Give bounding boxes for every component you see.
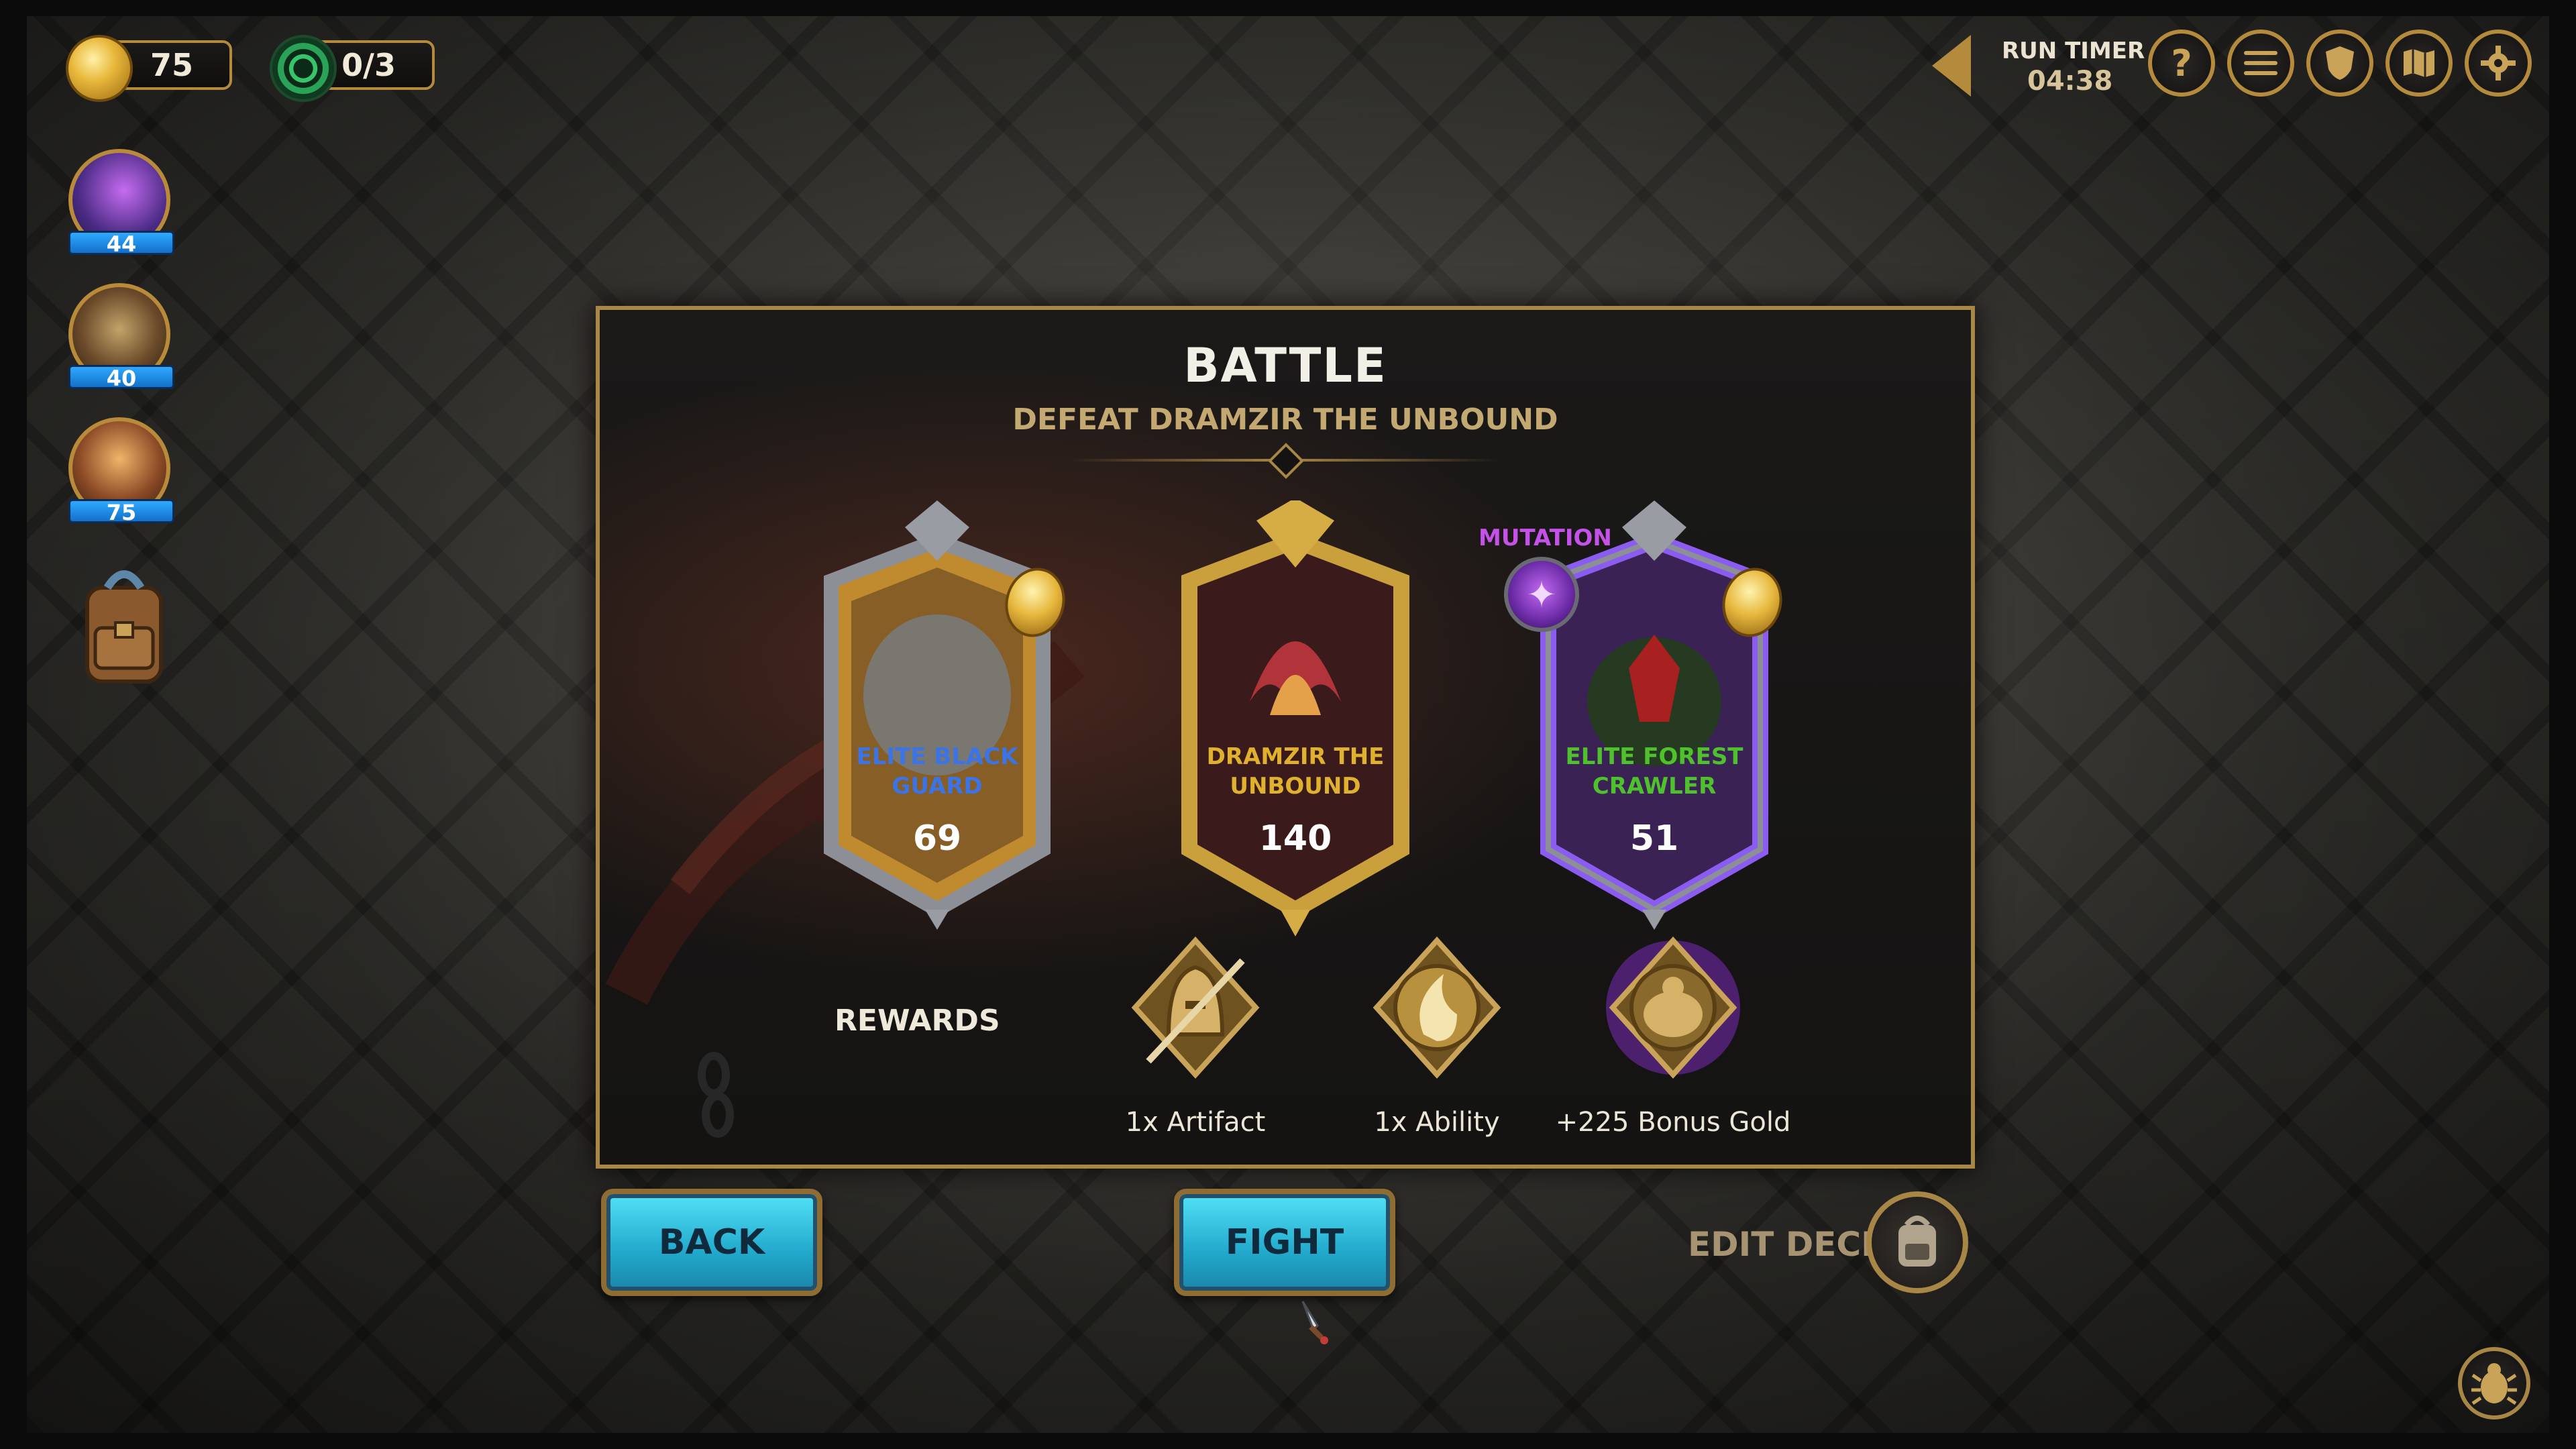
hero-hp-bar: 75 xyxy=(68,499,174,524)
help-icon[interactable]: ? xyxy=(2148,30,2215,97)
enemy-card-2[interactable]: DRAMZIR THE UNBOUND 140 xyxy=(1149,500,1442,943)
panel-title: BATTLE xyxy=(1183,338,1387,393)
enemy-card-1[interactable]: ELITE BLACK GUARD 69 xyxy=(791,500,1083,943)
gold-value: 75 xyxy=(150,47,193,83)
gold-card-frame-icon xyxy=(1181,500,1409,936)
run-timer-label: RUN TIMER xyxy=(2002,38,2145,64)
portal-value: 0/3 xyxy=(341,47,396,83)
reward-label: 1x Ability xyxy=(1374,1107,1500,1138)
reward-label: +225 Bonus Gold xyxy=(1555,1107,1791,1138)
gold-coin-icon xyxy=(66,35,133,102)
party-hero-1[interactable]: 44 xyxy=(66,149,177,260)
settings-icon[interactable] xyxy=(2465,30,2532,97)
backpack-icon xyxy=(1898,1216,1936,1267)
enemy-hp: 51 xyxy=(1629,818,1679,859)
reward-artifact[interactable]: 1x Artifact xyxy=(1075,934,1316,1148)
enemy-hp: 69 xyxy=(912,818,962,859)
back-button[interactable]: BACK xyxy=(601,1189,822,1296)
fight-button[interactable]: FIGHT xyxy=(1174,1189,1395,1296)
sword-cursor-icon xyxy=(1301,1301,1328,1344)
backpack-icon[interactable] xyxy=(74,561,174,688)
bug-icon xyxy=(2471,1363,2517,1405)
collapse-arrow-icon[interactable] xyxy=(1932,35,1971,97)
hero-hp-bar: 40 xyxy=(68,365,174,390)
silver-card-frame-icon xyxy=(824,500,1051,930)
bug-report-button[interactable] xyxy=(2458,1347,2530,1419)
edit-deck-button[interactable] xyxy=(1866,1191,1968,1293)
enemy-name: DRAMZIR THE UNBOUND xyxy=(1206,743,1385,800)
menu-icon[interactable] xyxy=(2227,30,2294,97)
panel-subtitle: DEFEAT DRAMZIR THE UNBOUND xyxy=(1012,402,1558,437)
shield-icon[interactable] xyxy=(2306,30,2373,97)
helmet-sword-icon xyxy=(1131,936,1260,1079)
party-hero-3[interactable]: 75 xyxy=(66,417,177,529)
portal-counter: 0/3 xyxy=(270,35,435,102)
enemy-name: ELITE FOREST CRAWLER xyxy=(1565,743,1743,800)
enemy-name: ELITE BLACK GUARD xyxy=(856,743,1018,800)
enemy-hp: 140 xyxy=(1258,818,1332,859)
gold-sack-icon xyxy=(1606,936,1740,1079)
mutation-icon[interactable]: ✦ xyxy=(1504,557,1579,632)
edit-deck-label[interactable]: EDIT DECK xyxy=(1688,1225,1887,1264)
reward-ability[interactable]: 1x Ability xyxy=(1316,934,1558,1148)
portal-swirl-icon xyxy=(270,35,337,102)
run-timer-value: 04:38 xyxy=(2027,66,2113,97)
map-icon[interactable] xyxy=(2385,30,2453,97)
gold-counter: 75 xyxy=(66,35,232,102)
battle-dialog: BATTLE DEFEAT DRAMZIR THE UNBOUND ELITE … xyxy=(596,306,1975,1169)
reward-bonus-gold[interactable]: +225 Bonus Gold xyxy=(1552,934,1794,1148)
diamond-ornament-icon xyxy=(1268,443,1304,479)
hero-hp-bar: 44 xyxy=(68,231,174,256)
reward-label: 1x Artifact xyxy=(1125,1107,1266,1138)
rewards-label: REWARDS xyxy=(835,1004,1000,1038)
flame-orb-icon xyxy=(1373,936,1501,1079)
party-hero-2[interactable]: 40 xyxy=(66,283,177,394)
